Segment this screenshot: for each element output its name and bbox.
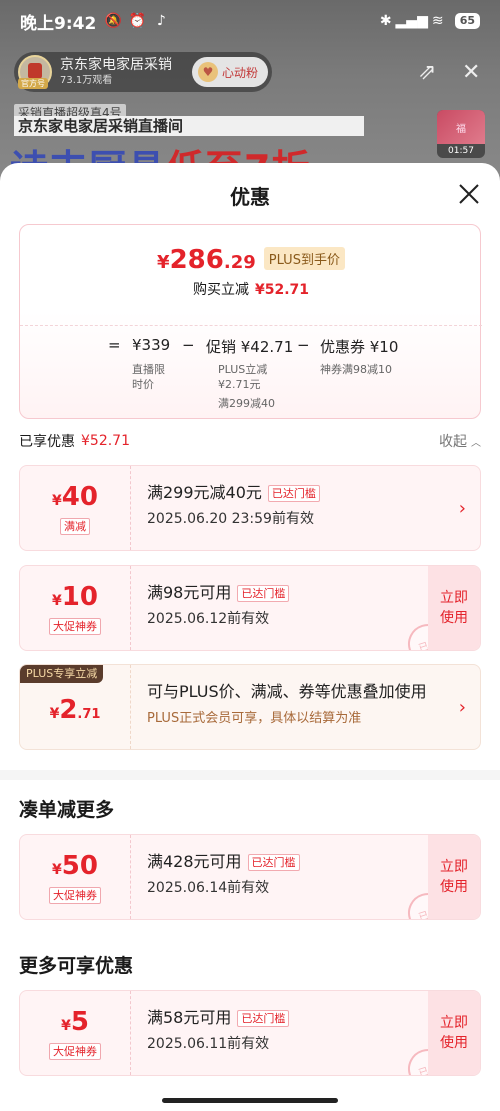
coupon-title: 可与PLUS价、满减、券等优惠叠加使用 xyxy=(147,682,427,701)
fan-button[interactable]: ♥ 心动粉 xyxy=(191,57,268,87)
coupon-breakdown: 神券满98减10 xyxy=(320,363,392,376)
coupon-card[interactable]: ¥5 大促神券 满58元可用已达门槛 2025.06.11前有效 已领 立即使用 xyxy=(19,990,481,1076)
coupon-amount: ¥50 xyxy=(52,850,98,881)
heart-icon: ♥ xyxy=(197,62,218,82)
coupon-amount: ¥5 xyxy=(61,1006,89,1037)
share-icon[interactable]: ⇗ xyxy=(418,60,436,85)
threshold-badge: 已达门槛 xyxy=(237,1009,290,1027)
home-indicator[interactable] xyxy=(162,1098,338,1103)
coupon-card[interactable]: ¥50 大促神券 满428元可用已达门槛 2025.06.14前有效 已领 立即… xyxy=(19,834,481,920)
enjoyed-amount: ¥52.71 xyxy=(81,433,130,449)
coupon-title: 满299元减40元 xyxy=(147,483,262,502)
promo-amount: 促销 ¥42.71 xyxy=(206,338,294,356)
wifi-icon: ≋ xyxy=(431,13,444,29)
coupon-title: 满428元可用 xyxy=(147,852,242,871)
coupon-type: 大促神券 xyxy=(49,617,101,635)
base-price-label: 直播限 时价 xyxy=(132,363,165,391)
enjoyed-discount-row: 已享优惠 ¥52.71 收起 ︿ xyxy=(19,431,481,451)
status-time: 晚上9:42 xyxy=(20,13,97,34)
price-formula: = ¥339 直播限 时价 − 促销 ¥42.71 PLUS立减 ¥2.71元 满29… xyxy=(20,325,482,415)
instant-discount: 购买立减 ¥52.71 xyxy=(192,282,310,298)
battery-indicator: 65 xyxy=(454,13,480,29)
bluetooth-icon: ✱ xyxy=(379,13,392,29)
coupon-card[interactable]: ¥40 满减 满299元减40元 已达门槛 2025.06.20 23:59前有效… xyxy=(19,465,481,551)
section-title: 凑单减更多 xyxy=(19,799,115,821)
use-now-button[interactable]: 立即 使用 xyxy=(428,835,480,919)
minus-sign: − xyxy=(297,336,310,354)
use-now-button[interactable]: 立即 使用 xyxy=(428,991,480,1075)
coupon-card[interactable]: ¥10 大促神券 满98元可用已达门槛 2025.06.12前有效 已领 立即使… xyxy=(19,565,481,651)
chevron-right-icon[interactable]: › xyxy=(459,697,466,718)
fan-button-label: 心动粉 xyxy=(221,65,258,80)
close-icon[interactable] xyxy=(456,181,482,207)
live-stream-background: 晚上9:42 🔕 ⏰ ♪ ✱ ▂▄▆ ≋ 65 京东家电家居采销 73.1万观看… xyxy=(0,0,500,190)
coupon-validity: 2025.06.20 23:59前有效 xyxy=(147,511,314,527)
plus-price-tag: PLUS到手价 xyxy=(263,247,345,270)
coupon-title: 满58元可用 xyxy=(147,1008,232,1027)
final-price: ¥286.29 xyxy=(157,245,256,275)
promo-breakdown: PLUS立减 ¥2.71元 满299减40 xyxy=(218,363,275,410)
coupon-type: 大促神券 xyxy=(49,1042,101,1060)
tiktok-icon: ♪ xyxy=(156,13,166,29)
use-now-button[interactable]: 立即 使用 xyxy=(428,566,480,650)
threshold-badge: 已达门槛 xyxy=(237,584,290,602)
red-envelope-widget[interactable]: 福 01:57 xyxy=(437,110,485,158)
coupon-validity: 2025.06.11前有效 xyxy=(147,1036,270,1052)
status-bar: 晚上9:42 🔕 ⏰ ♪ ✱ ▂▄▆ ≋ 65 xyxy=(0,0,500,42)
alarm-icon: ⏰ xyxy=(128,13,147,29)
coupon-title: 满98元可用 xyxy=(147,583,232,602)
viewer-count: 73.1万观看 xyxy=(60,75,113,86)
section-title: 更多可享优惠 xyxy=(19,955,134,977)
coupon-note: PLUS正式会员可享，具体以结算为准 xyxy=(147,711,362,726)
chevron-up-icon: ︿ xyxy=(471,437,481,449)
section-divider xyxy=(0,770,500,780)
coupon-amount: ¥2.71 xyxy=(49,694,101,725)
coupon-validity: 2025.06.14前有效 xyxy=(147,880,270,896)
sheet-title: 优惠 xyxy=(230,185,270,209)
close-icon[interactable]: ✕ xyxy=(462,60,480,85)
minus-sign: − xyxy=(182,336,195,354)
banner-title: 京东家电家居采销直播间 xyxy=(14,116,364,136)
base-price: ¥339 xyxy=(132,336,171,354)
enjoyed-label: 已享优惠 xyxy=(19,434,75,450)
coupon-validity: 2025.06.12前有效 xyxy=(147,611,270,627)
chevron-right-icon[interactable]: › xyxy=(459,498,466,519)
coupon-amount: 优惠券 ¥10 xyxy=(320,338,399,356)
mute-bell-icon: 🔕 xyxy=(104,13,123,29)
collapse-button[interactable]: 收起 ︿ xyxy=(439,431,481,451)
equals-sign: = xyxy=(108,336,121,354)
official-badge: 官方号 xyxy=(18,78,48,89)
coupon-type: 大促神券 xyxy=(49,886,101,904)
coupon-type: 满减 xyxy=(60,517,90,535)
host-name: 京东家电家居采销 xyxy=(60,57,172,73)
signal-icon: ▂▄▆ xyxy=(395,13,428,29)
discount-sheet: 优惠 ¥286.29 PLUS到手价 购买立减 ¥52.71 = ¥339 直播限… xyxy=(0,163,500,1111)
threshold-badge: 已达门槛 xyxy=(247,853,300,871)
countdown-timer: 01:57 xyxy=(448,146,474,156)
price-summary-card: ¥286.29 PLUS到手价 购买立减 ¥52.71 = ¥339 直播限 时价 … xyxy=(19,224,482,419)
threshold-badge: 已达门槛 xyxy=(267,484,320,502)
coupon-amount: ¥40 xyxy=(52,481,98,512)
host-card[interactable]: 京东家电家居采销 73.1万观看 ♥ 心动粉 xyxy=(14,52,272,92)
plus-discount-card[interactable]: PLUS专享立减 ¥2.71 可与PLUS价、满减、券等优惠叠加使用 PLUS正… xyxy=(19,664,481,750)
lucky-bag-icon: 福 xyxy=(437,110,485,144)
coupon-amount: ¥10 xyxy=(52,581,98,612)
